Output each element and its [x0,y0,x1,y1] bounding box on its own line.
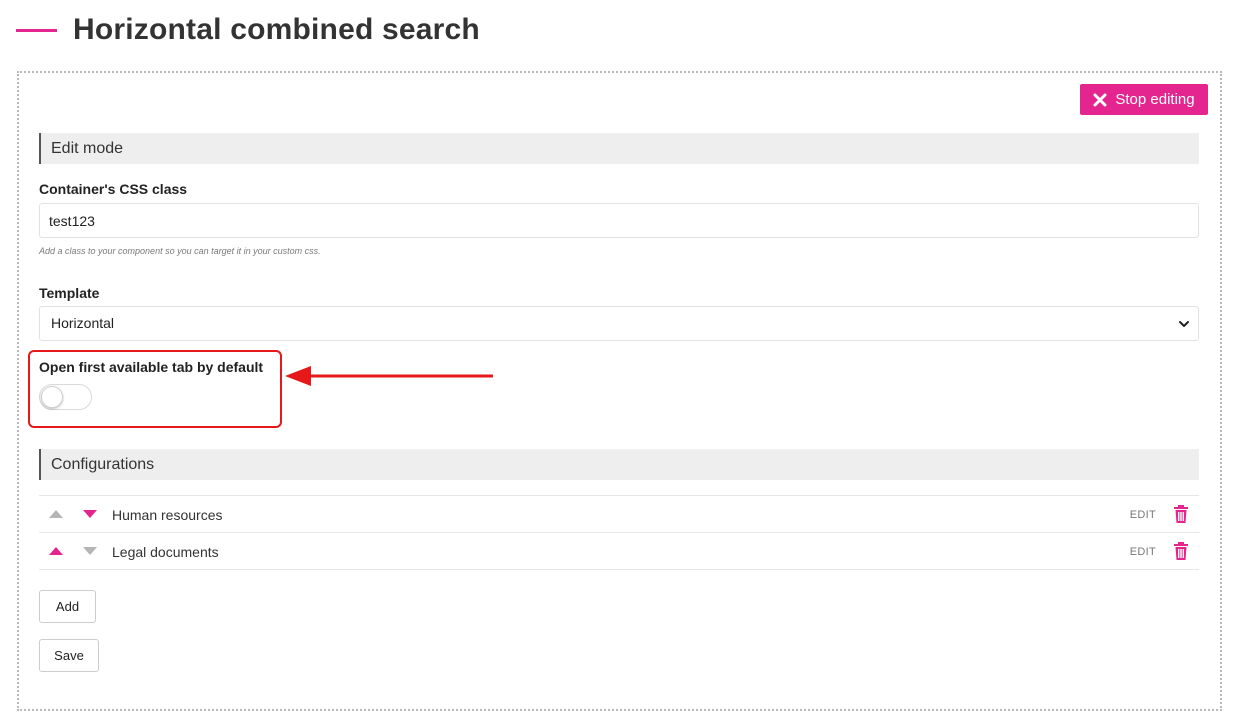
stop-editing-label: Stop editing [1115,91,1195,108]
configurations-list: Human resources EDIT Legal documents EDI… [39,495,1199,570]
chevron-down-icon [1179,321,1189,327]
trash-icon[interactable] [1173,505,1189,523]
page-header: Horizontal combined search [16,12,480,48]
configuration-name: Human resources [112,507,223,523]
stop-editing-button[interactable]: Stop editing [1080,84,1208,115]
arrow-up-icon[interactable] [49,509,63,519]
open-first-tab-label: Open first available tab by default [39,359,264,375]
trash-icon[interactable] [1173,542,1189,560]
arrow-up-icon[interactable] [49,546,63,556]
list-item: Human resources EDIT [39,496,1199,533]
arrow-down-icon[interactable] [83,509,97,519]
add-button[interactable]: Add [39,590,96,623]
toggle-knob [41,386,63,408]
section-edit-mode: Edit mode [39,133,1199,164]
configuration-name: Legal documents [112,544,219,560]
title-accent-dash [16,28,57,32]
template-label: Template [39,285,100,301]
edit-link[interactable]: EDIT [1130,546,1156,558]
open-first-tab-toggle[interactable] [39,384,92,410]
arrow-down-icon[interactable] [83,546,97,556]
list-item: Legal documents EDIT [39,533,1199,570]
css-class-help-text: Add a class to your component so you can… [39,246,321,256]
component-editor: Stop editing Edit mode Container's CSS c… [17,71,1222,711]
template-selected-value: Horizontal [51,315,115,331]
css-class-label: Container's CSS class [39,181,188,197]
section-configurations: Configurations [39,449,1199,480]
save-button[interactable]: Save [39,639,99,672]
template-select[interactable]: Horizontal [39,306,1199,341]
close-icon [1093,93,1107,106]
edit-link[interactable]: EDIT [1130,509,1156,521]
css-class-input[interactable] [39,203,1199,238]
callout-arrow [285,366,493,386]
page-title: Horizontal combined search [73,13,480,46]
